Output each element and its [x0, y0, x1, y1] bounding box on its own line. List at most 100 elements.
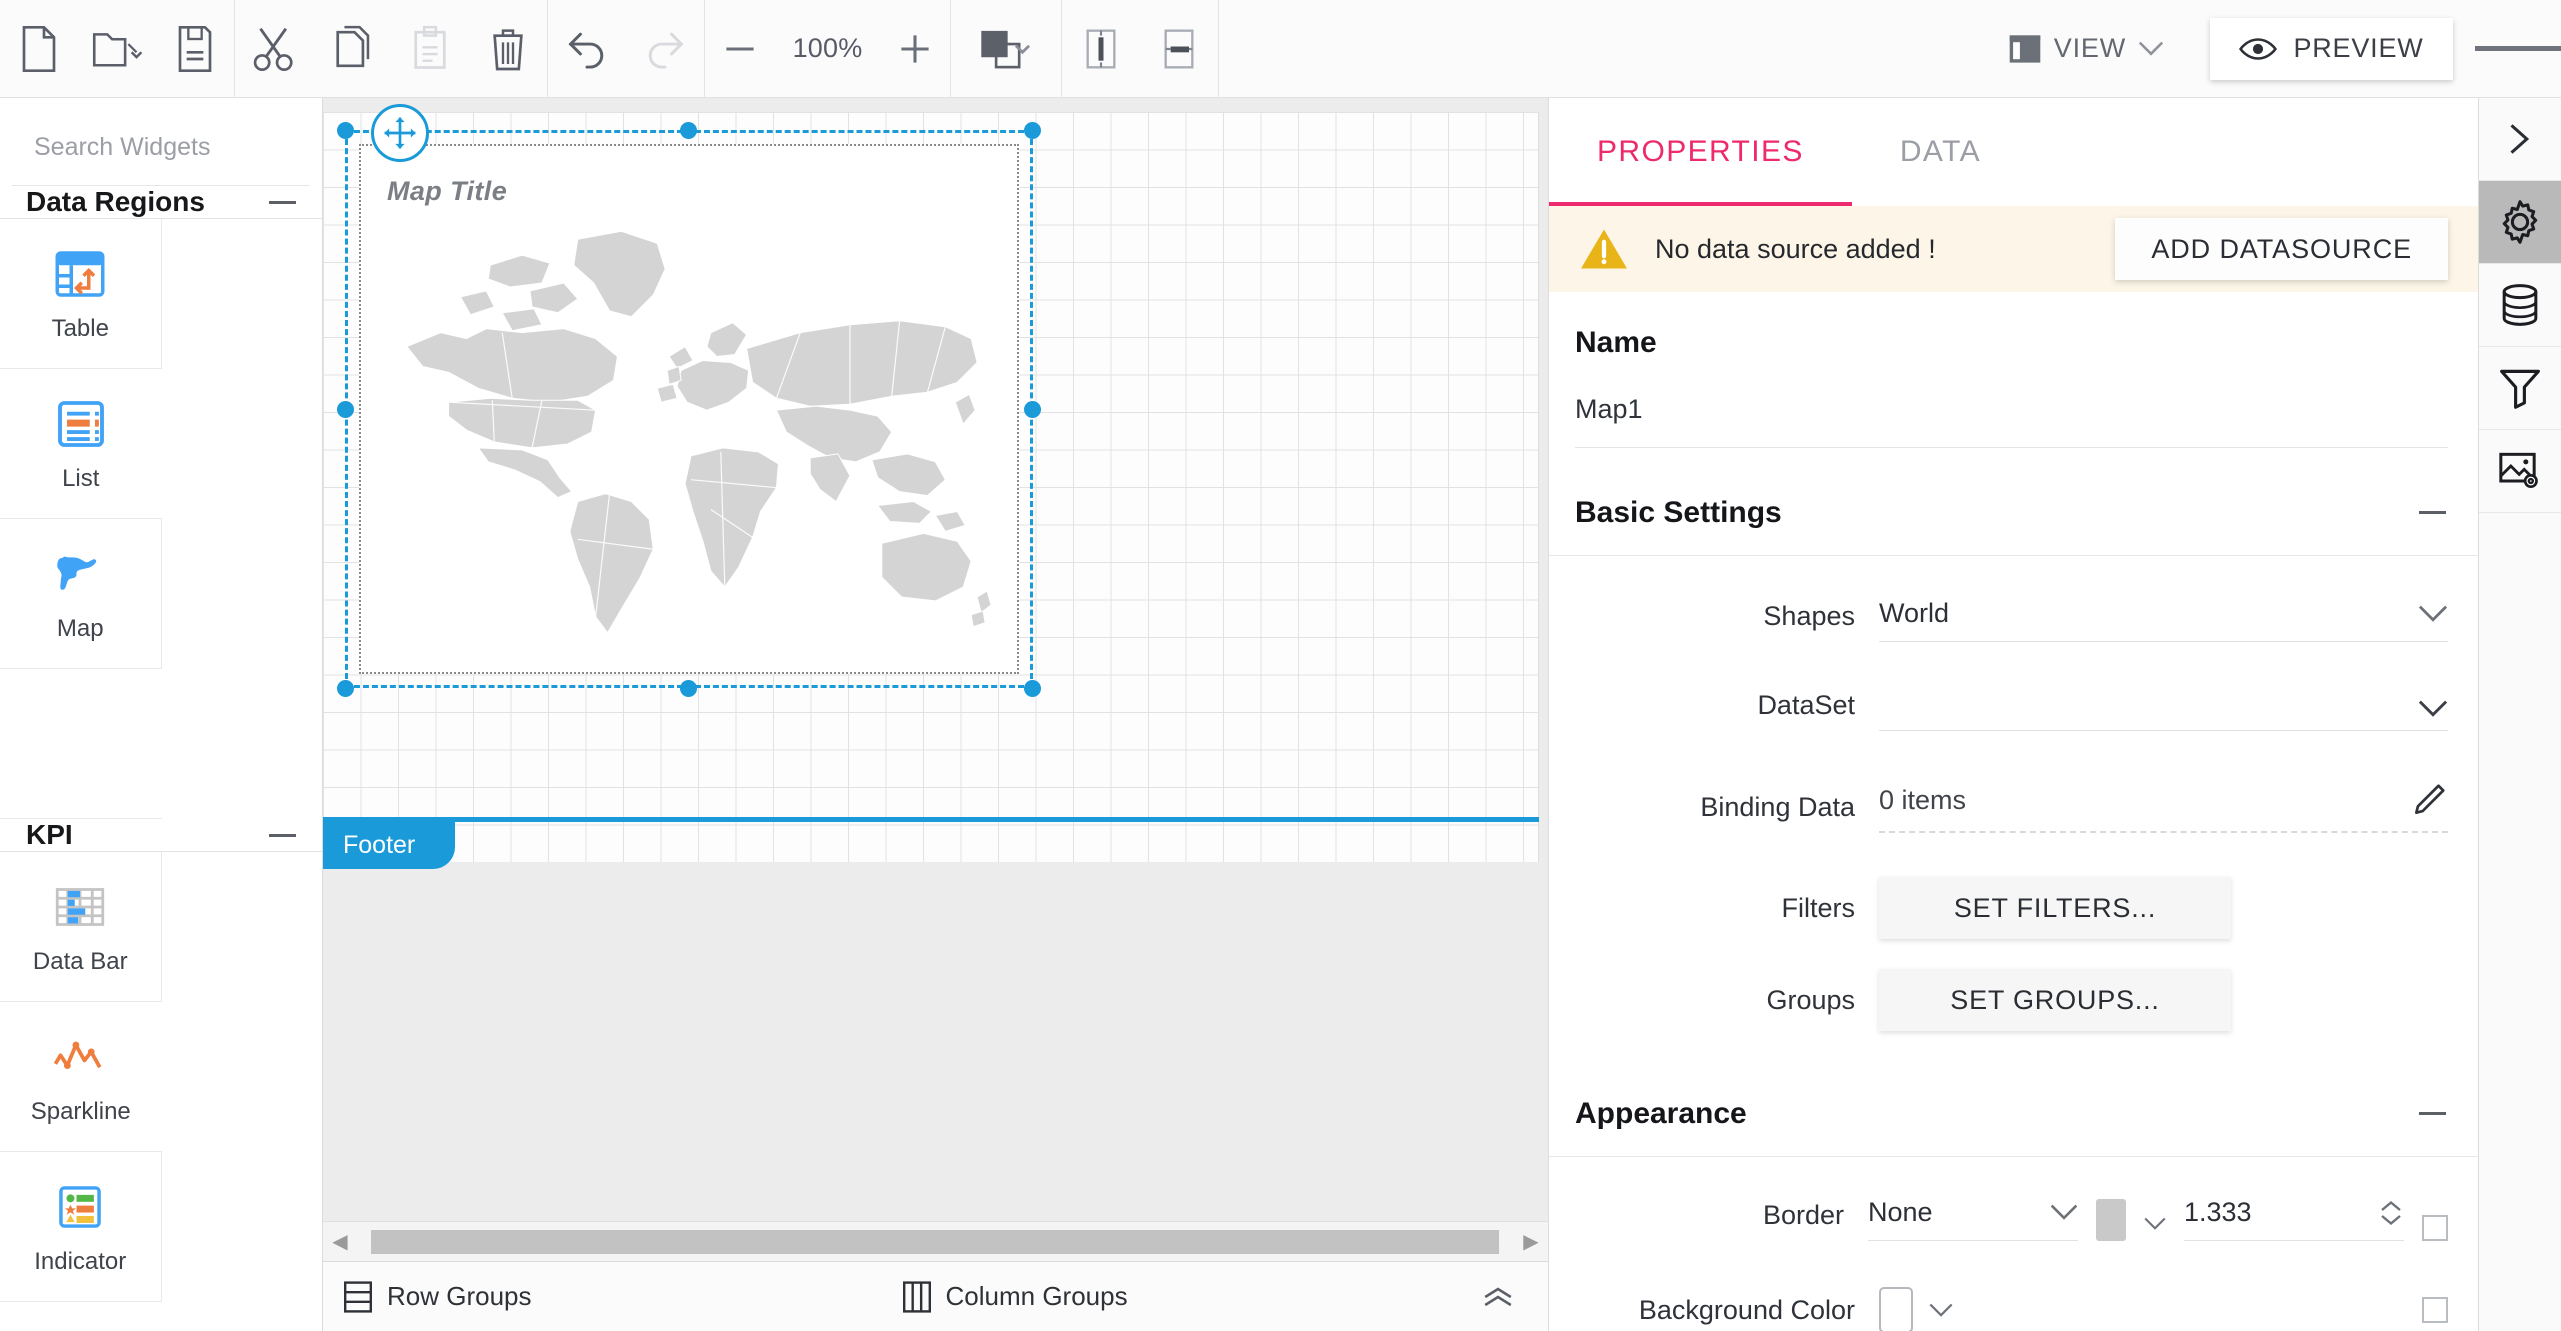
widget-group-header-kpi[interactable]: KPI: [0, 819, 322, 852]
collapse-groups-button[interactable]: [1482, 1285, 1514, 1309]
resize-handle-w[interactable]: [337, 401, 354, 418]
minus-icon[interactable]: [2419, 511, 2446, 514]
shapes-label: Shapes: [1763, 601, 1855, 631]
resize-handle-ne[interactable]: [1024, 122, 1041, 139]
delete-button[interactable]: [469, 0, 547, 98]
widget-item-data-bar[interactable]: Data Bar: [0, 852, 162, 1002]
warning-icon: [1579, 226, 1629, 272]
basic-settings-header[interactable]: Basic Settings: [1549, 470, 2478, 556]
minus-icon[interactable]: [269, 833, 296, 837]
footer-label: Footer: [343, 831, 416, 859]
border-expression-checkbox[interactable]: [2422, 1215, 2448, 1241]
border-width-stepper[interactable]: [2378, 1198, 2404, 1228]
dataset-label: DataSet: [1757, 690, 1855, 720]
filters-button[interactable]: [2479, 347, 2561, 430]
move-handle[interactable]: [371, 104, 429, 162]
chevron-down-icon[interactable]: [1929, 1303, 1953, 1318]
background-color-swatch[interactable]: [1879, 1287, 1913, 1331]
filters-row: Filters SET FILTERS...: [1549, 877, 2478, 939]
align-middle-horizontal-button[interactable]: [1140, 0, 1218, 98]
scroll-track[interactable]: [357, 1227, 1514, 1256]
footer-tab[interactable]: Footer: [323, 822, 455, 869]
appearance-header[interactable]: Appearance: [1549, 1071, 2478, 1157]
history-group: [548, 0, 704, 97]
data-sources-button[interactable]: [2479, 264, 2561, 347]
zoom-in-button[interactable]: [880, 0, 950, 98]
tab-properties[interactable]: PROPERTIES: [1549, 98, 1852, 206]
scroll-left-button[interactable]: ◀: [323, 1229, 357, 1254]
paste-button[interactable]: [391, 0, 469, 98]
redo-button[interactable]: [626, 0, 704, 98]
resize-handle-n[interactable]: [680, 122, 697, 139]
widget-label: List: [62, 464, 100, 492]
bring-to-front-button[interactable]: [951, 0, 1061, 98]
edit-actions-group: [235, 0, 547, 97]
widget-label: Indicator: [34, 1247, 127, 1275]
main-menu-button[interactable]: [2475, 0, 2561, 98]
map-widget[interactable]: Map Title: [359, 144, 1019, 674]
pencil-icon[interactable]: [2410, 781, 2448, 819]
border-color-swatch[interactable]: [2096, 1199, 2126, 1241]
column-groups-button[interactable]: Column Groups: [902, 1280, 1128, 1313]
tab-data[interactable]: DATA: [1852, 98, 2029, 206]
new-document-button[interactable]: [0, 0, 78, 98]
border-row: Border None 1.333: [1549, 1197, 2478, 1241]
copy-button[interactable]: [313, 0, 391, 98]
border-style-select[interactable]: None: [1868, 1197, 2078, 1241]
image-settings-button[interactable]: [2479, 430, 2561, 513]
widget-item-table[interactable]: Table: [0, 219, 162, 369]
chevron-down-icon[interactable]: [2144, 1217, 2166, 1241]
dataset-select[interactable]: [1879, 700, 2448, 731]
scroll-thumb[interactable]: [371, 1229, 1499, 1254]
save-button[interactable]: [156, 0, 234, 98]
horizontal-scrollbar[interactable]: ◀ ▶: [323, 1221, 1548, 1261]
row-groups-label: Row Groups: [387, 1281, 532, 1311]
open-file-button[interactable]: [78, 0, 156, 98]
cut-button[interactable]: [235, 0, 313, 98]
set-groups-button[interactable]: SET GROUPS...: [1879, 969, 2231, 1031]
resize-handle-nw[interactable]: [337, 122, 354, 139]
row-groups-button[interactable]: Row Groups: [343, 1280, 532, 1313]
widget-group-header-data-regions[interactable]: Data Regions: [0, 186, 322, 219]
name-input[interactable]: [1575, 394, 2448, 425]
binding-data-value: 0 items: [1879, 784, 1967, 815]
table-icon: [51, 245, 109, 303]
footer-separator: [323, 817, 1539, 822]
widget-item-sparkline[interactable]: Sparkline: [0, 1002, 162, 1152]
minus-icon[interactable]: [2419, 1112, 2446, 1115]
widget-item-list[interactable]: List: [0, 369, 162, 519]
minus-icon[interactable]: [269, 200, 296, 204]
align-center-vertical-button[interactable]: [1062, 0, 1140, 98]
undo-button[interactable]: [548, 0, 626, 98]
search-input[interactable]: [34, 133, 322, 162]
background-color-expression-checkbox[interactable]: [2422, 1297, 2448, 1323]
resize-handle-sw[interactable]: [337, 680, 354, 697]
widget-group-title: KPI: [26, 819, 73, 850]
add-datasource-button[interactable]: ADD DATASOURCE: [2115, 218, 2448, 280]
widget-grid-data-regions: Table List Map: [0, 219, 322, 819]
resize-handle-se[interactable]: [1024, 680, 1041, 697]
expand-panel-button[interactable]: [2479, 98, 2561, 181]
set-groups-label: SET GROUPS...: [1950, 984, 2160, 1015]
zoom-out-button[interactable]: [705, 0, 775, 98]
world-map-preview: [406, 230, 992, 634]
border-width-field[interactable]: 1.333: [2184, 1197, 2404, 1241]
scroll-right-button[interactable]: ▶: [1514, 1229, 1548, 1254]
appearance-title: Appearance: [1575, 1096, 1747, 1130]
widget-item-map[interactable]: Map: [0, 519, 162, 669]
preview-button[interactable]: PREVIEW: [2210, 17, 2453, 80]
report-page[interactable]: Map Title Footer: [323, 104, 1539, 869]
groups-control: SET GROUPS...: [1879, 969, 2448, 1031]
add-datasource-label: ADD DATASOURCE: [2151, 233, 2412, 264]
properties-tabs: PROPERTIES DATA: [1549, 98, 2478, 206]
view-menu-button[interactable]: VIEW: [1990, 32, 2182, 66]
widget-item-indicator[interactable]: Indicator: [0, 1152, 162, 1302]
shapes-select[interactable]: World: [1879, 598, 2448, 642]
design-surface[interactable]: Map Title Footer: [323, 98, 1548, 1221]
resize-handle-e[interactable]: [1024, 401, 1041, 418]
properties-content[interactable]: Name Basic Settings Shapes World: [1549, 292, 2478, 1331]
binding-data-field[interactable]: 0 items: [1879, 781, 2448, 833]
set-filters-button[interactable]: SET FILTERS...: [1879, 877, 2231, 939]
settings-button[interactable]: [2479, 181, 2561, 264]
resize-handle-s[interactable]: [680, 680, 697, 697]
